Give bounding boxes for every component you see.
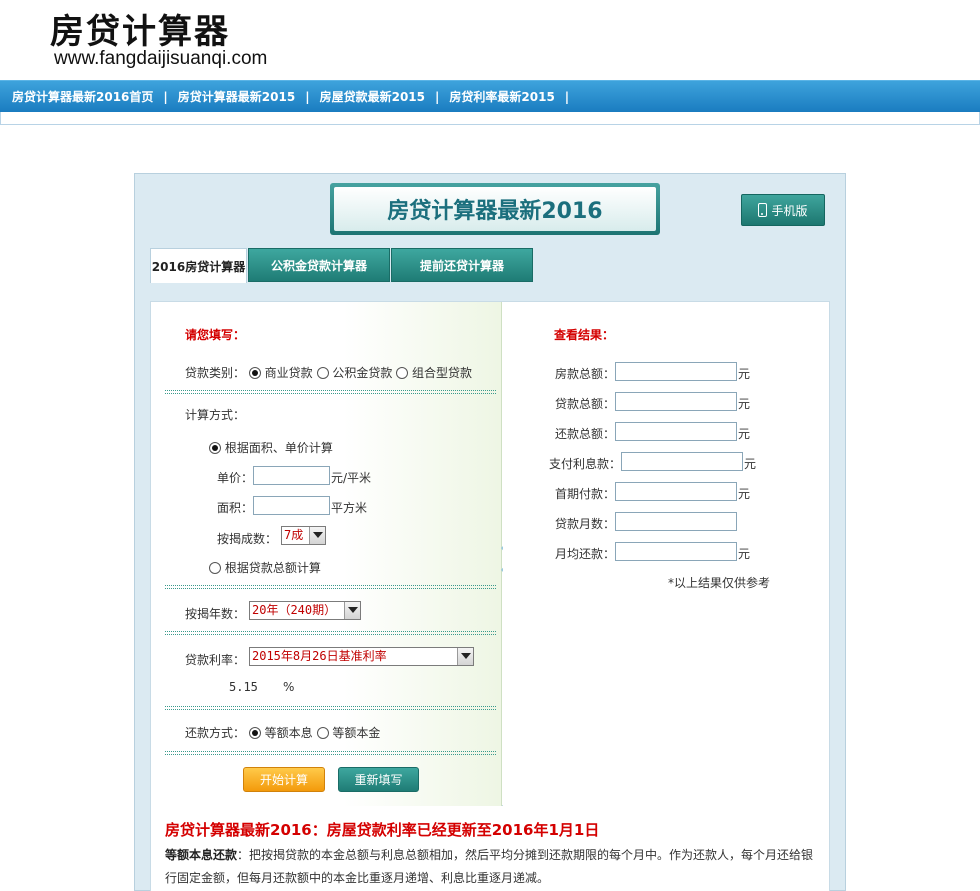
unit-price-label: 单价： <box>217 471 254 485</box>
loan-type-row: 贷款类别： 商业贷款 公积金贷款 组合型贷款 <box>185 364 472 381</box>
result-unit: 元 <box>738 487 751 501</box>
rate-select-value: 2015年8月26日基准利率 <box>252 649 387 663</box>
ratio-select[interactable]: 7成 <box>281 526 326 545</box>
result-monthly-payment-field[interactable] <box>615 542 737 561</box>
unit-price-input[interactable] <box>253 466 330 485</box>
input-column: 请您填写： 贷款类别： 商业贷款 公积金贷款 组合型贷款 计算方式： 根据面积、… <box>151 302 502 807</box>
dotted-divider <box>165 751 496 755</box>
radio-label-combined-loan: 组合型贷款 <box>412 366 473 380</box>
note-text: ：把按揭贷款的本金总额与利息总额相加，然后平均分摊到还款期限的每个月中。作为还款… <box>165 848 814 885</box>
panel-title: 房贷计算器最新2016 <box>334 187 656 231</box>
nav-separator: | <box>305 89 310 104</box>
result-label-repay-total: 还款总额： <box>555 427 616 441</box>
nav-separator: | <box>163 89 168 104</box>
ratio-label: 按揭成数： <box>217 532 278 546</box>
radio-label-equal-installment: 等额本息 <box>264 726 313 740</box>
form-heading: 请您填写： <box>185 328 246 342</box>
repay-method-row: 还款方式： 等额本息 等额本金 <box>185 724 380 741</box>
calc-method-label: 计算方式： <box>185 408 246 422</box>
chevron-down-icon <box>309 527 325 544</box>
phone-icon <box>758 203 768 217</box>
nav-separator: | <box>564 89 570 104</box>
radio-method-total[interactable] <box>209 562 221 574</box>
result-label-loan-months: 贷款月数： <box>555 517 616 531</box>
chevron-down-icon <box>457 648 473 665</box>
radio-method-area[interactable] <box>209 442 221 454</box>
radio-provident-fund-loan[interactable] <box>316 367 329 379</box>
result-down-payment-field[interactable] <box>615 482 737 501</box>
result-interest-field[interactable] <box>621 452 743 471</box>
area-input[interactable] <box>253 496 330 515</box>
rate-label: 贷款利率： <box>185 653 246 667</box>
panel-title-banner: 房贷计算器最新2016 <box>330 183 660 235</box>
area-label: 面积： <box>217 501 254 515</box>
result-label-down-payment: 首期付款： <box>555 487 616 501</box>
nav-subbar <box>0 112 980 125</box>
dotted-divider <box>165 706 496 710</box>
method-total-row: 根据贷款总额计算 <box>209 559 321 576</box>
results-disclaimer: *以上结果仅供参考 <box>668 576 771 590</box>
nav-separator: | <box>435 89 440 104</box>
nav-link-calculator-2015[interactable]: 房贷计算器最新2015 <box>178 88 295 105</box>
years-select-value: 20年（240期） <box>252 603 337 617</box>
radio-label-method-area: 根据面积、单价计算 <box>224 441 333 455</box>
years-label: 按揭年数： <box>185 607 246 621</box>
result-label-house-total: 房款总额： <box>555 367 616 381</box>
result-house-total-field[interactable] <box>615 362 737 381</box>
nav-link-housing-loan-2015[interactable]: 房屋贷款最新2015 <box>320 88 425 105</box>
result-label-interest: 支付利息款： <box>549 457 622 471</box>
radio-label-equal-principal: 等额本金 <box>332 726 381 740</box>
radio-label-provident-fund-loan: 公积金贷款 <box>332 366 393 380</box>
radio-label-commercial-loan: 商业贷款 <box>264 366 313 380</box>
result-repay-total-field[interactable] <box>615 422 737 441</box>
tab-provident-fund-calculator[interactable]: 公积金贷款计算器 <box>248 248 390 282</box>
note-body: 等额本息还款：把按揭贷款的本金总额与利息总额相加，然后平均分摊到还款期限的每个月… <box>165 844 815 890</box>
rate-percent-unit: % <box>283 680 295 694</box>
years-select[interactable]: 20年（240期） <box>249 601 361 620</box>
result-unit: 元 <box>744 457 757 471</box>
radio-combined-loan[interactable] <box>396 367 409 379</box>
repay-method-label: 还款方式： <box>185 726 246 740</box>
dotted-divider <box>165 585 496 589</box>
dotted-divider <box>165 631 496 635</box>
radio-equal-principal[interactable] <box>316 727 329 739</box>
radio-label-method-total: 根据贷款总额计算 <box>224 561 321 575</box>
result-unit: 元 <box>738 547 751 561</box>
results-column: 查看结果： 房款总额： 元 贷款总额： 元 还款总额： 元 支付利息款： 元 首… <box>503 302 829 807</box>
result-unit: 元 <box>738 397 751 411</box>
chevron-down-icon <box>344 602 360 619</box>
tab-mortgage-calculator[interactable]: 2016房贷计算器 <box>150 248 247 283</box>
rate-number-field[interactable]: 5.15 <box>229 680 258 694</box>
result-label-loan-total: 贷款总额： <box>555 397 616 411</box>
logo-url: www.fangdaijisuanqi.com <box>54 48 268 69</box>
dotted-divider <box>165 390 496 394</box>
reset-form-button[interactable]: 重新填写 <box>338 767 419 792</box>
logo-title: 房贷计算器 <box>50 12 230 52</box>
start-calculate-button[interactable]: 开始计算 <box>243 767 325 792</box>
nav-link-loan-rate-2015[interactable]: 房贷利率最新2015 <box>449 88 554 105</box>
top-nav: 房贷计算器最新2016首页 | 房贷计算器最新2015 | 房屋贷款最新2015… <box>0 80 980 112</box>
tab-prepayment-calculator[interactable]: 提前还贷计算器 <box>391 248 533 282</box>
mobile-version-label: 手机版 <box>771 203 808 218</box>
result-loan-total-field[interactable] <box>615 392 737 411</box>
ratio-select-value: 7成 <box>284 528 304 542</box>
nav-link-home-2016[interactable]: 房贷计算器最新2016首页 <box>12 88 153 105</box>
results-heading: 查看结果： <box>554 328 615 342</box>
note-title: 房贷计算器最新2016：房屋贷款利率已经更新至2016年1月1日 <box>165 821 600 839</box>
rate-select[interactable]: 2015年8月26日基准利率 <box>249 647 474 666</box>
result-label-monthly-payment: 月均还款： <box>555 547 616 561</box>
calculator-panel: 房贷计算器最新2016 手机版 2016房贷计算器 公积金贷款计算器 提前还贷计… <box>134 173 846 891</box>
unit-price-unit: 元/平米 <box>331 471 372 485</box>
calculator-content: 请您填写： 贷款类别： 商业贷款 公积金贷款 组合型贷款 计算方式： 根据面积、… <box>150 301 830 807</box>
loan-type-label: 贷款类别： <box>185 366 246 380</box>
radio-commercial-loan[interactable] <box>248 367 261 379</box>
result-unit: 元 <box>738 427 751 441</box>
mobile-version-button[interactable]: 手机版 <box>741 194 825 226</box>
area-unit: 平方米 <box>331 501 368 515</box>
result-unit: 元 <box>738 367 751 381</box>
result-loan-months-field[interactable] <box>615 512 737 531</box>
method-area-row: 根据面积、单价计算 <box>209 439 333 456</box>
radio-equal-installment[interactable] <box>248 727 261 739</box>
note-bold-prefix: 等额本息还款 <box>165 848 238 862</box>
